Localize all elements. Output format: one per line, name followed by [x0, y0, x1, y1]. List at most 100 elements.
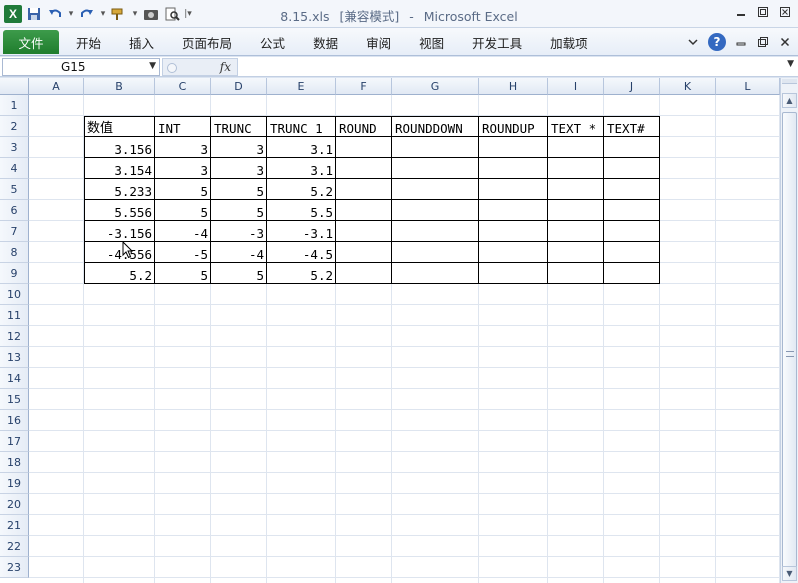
scroll-thumb[interactable] — [782, 112, 797, 574]
row-header[interactable]: 1 — [0, 95, 29, 116]
row-header[interactable]: 22 — [0, 536, 29, 557]
table-header-cell[interactable]: INT — [155, 116, 211, 137]
split-handle[interactable] — [782, 79, 797, 84]
formula-expand-icon[interactable]: ▼ — [787, 59, 794, 69]
table-cell[interactable]: -4.556 — [84, 242, 155, 263]
row-header[interactable]: 18 — [0, 452, 29, 473]
table-cell[interactable]: 3.156 — [84, 137, 155, 158]
ribbon-tab[interactable]: 数据 — [299, 28, 352, 56]
table-header-cell[interactable]: ROUNDDOWN — [392, 116, 479, 137]
table-cell[interactable]: -4 — [155, 221, 211, 242]
row-header[interactable]: 21 — [0, 515, 29, 536]
scroll-down-icon[interactable]: ▼ — [782, 566, 797, 581]
row-header[interactable]: 3 — [0, 137, 29, 158]
worksheet-grid[interactable]: A B C D E F G H I J K L 1 2 3 4 5 6 7 8 9 10 11 12 13 14 15 16 17 18 1… — [0, 78, 780, 583]
insert-function-icon[interactable]: fx — [220, 60, 231, 74]
table-cell[interactable]: 3 — [211, 137, 267, 158]
table-header-cell[interactable]: ROUNDUP — [479, 116, 548, 137]
table-header-cell[interactable]: TEXT# — [604, 116, 660, 137]
table-cell[interactable] — [604, 137, 660, 158]
close-icon[interactable] — [778, 5, 792, 19]
table-cell[interactable]: -3.1 — [267, 221, 336, 242]
table-cell[interactable]: -3.156 — [84, 221, 155, 242]
table-cell[interactable] — [548, 179, 604, 200]
table-cell[interactable] — [336, 263, 392, 284]
table-cell[interactable] — [548, 137, 604, 158]
table-cell[interactable]: 5.2 — [267, 179, 336, 200]
scroll-up-icon[interactable]: ▲ — [782, 93, 797, 108]
table-cell[interactable]: 3 — [211, 158, 267, 179]
column-header[interactable]: K — [660, 78, 716, 95]
column-header[interactable]: D — [211, 78, 267, 95]
row-header[interactable]: 9 — [0, 263, 29, 284]
column-header[interactable]: L — [716, 78, 780, 95]
table-cell[interactable] — [479, 263, 548, 284]
workbook-restore-icon[interactable] — [756, 35, 770, 49]
table-cell[interactable] — [336, 137, 392, 158]
table-cell[interactable]: 5.2 — [267, 263, 336, 284]
table-cell[interactable] — [392, 179, 479, 200]
column-header[interactable]: A — [29, 78, 84, 95]
table-cell[interactable]: 5 — [211, 263, 267, 284]
ribbon-tab[interactable]: 页面布局 — [168, 28, 246, 56]
table-header-cell[interactable]: ROUND — [336, 116, 392, 137]
ribbon-tab[interactable]: 审阅 — [352, 28, 405, 56]
table-cell[interactable]: 5 — [155, 263, 211, 284]
ribbon-tab[interactable]: 加载项 — [536, 28, 602, 56]
table-cell[interactable] — [548, 200, 604, 221]
column-header[interactable]: B — [84, 78, 155, 95]
table-cell[interactable] — [548, 263, 604, 284]
ribbon-collapse-icon[interactable] — [686, 35, 700, 49]
table-cell[interactable] — [392, 200, 479, 221]
ribbon-tab[interactable]: 开始 — [62, 28, 115, 56]
column-header[interactable]: G — [392, 78, 479, 95]
vertical-scrollbar[interactable]: ▲ ▼ — [780, 78, 798, 583]
table-cell[interactable] — [392, 221, 479, 242]
row-header[interactable]: 14 — [0, 368, 29, 389]
row-header[interactable]: 15 — [0, 389, 29, 410]
name-box[interactable]: G15 ▼ — [2, 58, 160, 76]
table-cell[interactable] — [548, 158, 604, 179]
row-header[interactable]: 19 — [0, 473, 29, 494]
column-header[interactable]: F — [336, 78, 392, 95]
row-header[interactable]: 8 — [0, 242, 29, 263]
table-cell[interactable]: 5.556 — [84, 200, 155, 221]
table-cell[interactable]: 5.5 — [267, 200, 336, 221]
table-cell[interactable]: 5 — [155, 200, 211, 221]
column-header[interactable]: I — [548, 78, 604, 95]
table-cell[interactable]: -5 — [155, 242, 211, 263]
table-header-cell[interactable]: TEXT * — [548, 116, 604, 137]
table-cell[interactable]: -4 — [211, 242, 267, 263]
column-header[interactable]: H — [479, 78, 548, 95]
table-cell[interactable]: 5 — [211, 179, 267, 200]
table-cell[interactable]: 5.2 — [84, 263, 155, 284]
table-header-cell[interactable]: 数值 — [84, 116, 155, 137]
table-cell[interactable]: 5 — [211, 200, 267, 221]
minimize-icon[interactable] — [734, 5, 748, 19]
table-cell[interactable] — [336, 158, 392, 179]
table-cell[interactable]: 3.1 — [267, 137, 336, 158]
table-cell[interactable]: 3 — [155, 137, 211, 158]
table-cell[interactable] — [479, 158, 548, 179]
table-cell[interactable] — [604, 221, 660, 242]
row-header[interactable]: 10 — [0, 284, 29, 305]
table-header-cell[interactable]: TRUNC — [211, 116, 267, 137]
table-cell[interactable] — [548, 221, 604, 242]
file-tab[interactable]: 文件 — [3, 30, 59, 54]
table-cell[interactable] — [479, 221, 548, 242]
row-header[interactable]: 20 — [0, 494, 29, 515]
table-cell[interactable] — [479, 137, 548, 158]
table-cell[interactable]: -3 — [211, 221, 267, 242]
table-cell[interactable] — [604, 242, 660, 263]
row-header[interactable]: 2 — [0, 116, 29, 137]
row-header[interactable]: 7 — [0, 221, 29, 242]
select-all-corner[interactable] — [0, 78, 29, 95]
table-cell[interactable]: -4.5 — [267, 242, 336, 263]
table-cell[interactable] — [548, 242, 604, 263]
formula-splitter-icon[interactable] — [167, 63, 177, 73]
table-cell[interactable] — [479, 179, 548, 200]
table-cell[interactable] — [336, 221, 392, 242]
table-cell[interactable]: 3.1 — [267, 158, 336, 179]
workbook-minimize-icon[interactable] — [734, 35, 748, 49]
row-header[interactable]: 5 — [0, 179, 29, 200]
